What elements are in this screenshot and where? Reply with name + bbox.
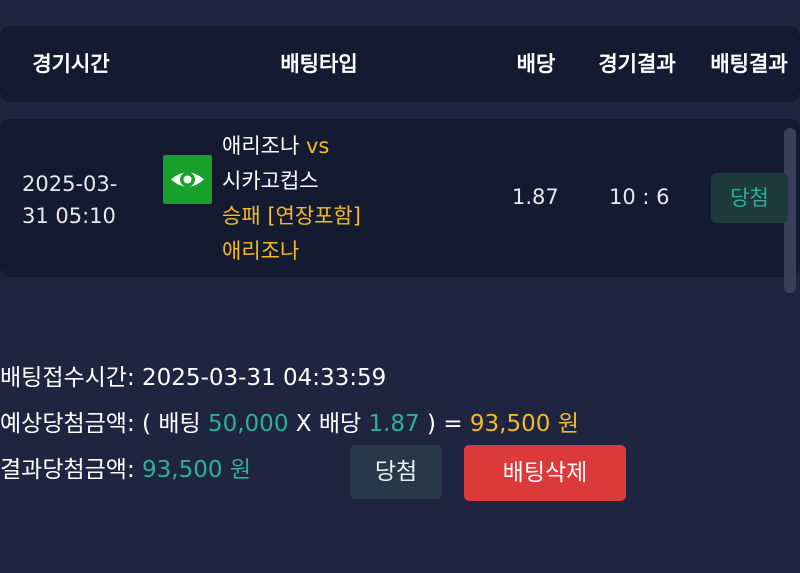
view-button[interactable] <box>163 155 212 204</box>
bet-result-badge: 당첨 <box>711 173 788 223</box>
bet-market: 승패 [연장포함] <box>222 204 361 228</box>
equals-sign: = <box>443 411 463 437</box>
away-team: 시카고컵스 <box>222 169 319 193</box>
header-bet-result: 배팅결과 <box>710 52 788 76</box>
match-time-date: 2025-03- <box>22 172 118 196</box>
header-odds: 배당 <box>516 52 556 76</box>
result-amount-line: 결과당첨금액: 93,500 원 <box>0 453 251 487</box>
match-time-hour: 31 05:10 <box>22 204 116 228</box>
odds-word: 배당 <box>318 411 362 437</box>
match-teams-line1: 애리조나 vs <box>222 129 361 164</box>
result-label: 결과당첨금액: <box>0 457 135 483</box>
received-label: 배팅접수시간: <box>0 365 135 391</box>
bet-detail-page: 경기시간 배팅타입 배당 경기결과 배팅결과 2025-03- 31 05:10… <box>0 0 800 573</box>
delete-bet-button[interactable]: 배팅삭제 <box>464 445 626 501</box>
home-team: 애리조나 <box>222 134 300 158</box>
received-time-line: 배팅접수시간: 2025-03-31 04:33:59 <box>0 361 386 395</box>
expected-amount-line: 예상당첨금액: ( 배팅 50,000 X 배당 1.87 ) = 93,500… <box>0 407 579 441</box>
bet-info: 애리조나 vs 시카고컵스 승패 [연장포함] 애리조나 <box>222 129 361 269</box>
bet-amount: 50,000 <box>207 411 289 437</box>
close-paren: ) <box>427 411 436 437</box>
row-score: 10 : 6 <box>609 185 670 209</box>
received-time: 2025-03-31 04:33:59 <box>142 365 387 391</box>
result-amount: 93,500 원 <box>142 457 251 483</box>
vs-label: vs <box>305 134 330 158</box>
table-header: 경기시간 배팅타입 배당 경기결과 배팅결과 <box>0 26 800 102</box>
open-paren: ( <box>142 411 152 437</box>
header-match-result: 경기결과 <box>598 52 676 76</box>
bet-pick: 애리조나 <box>222 239 300 263</box>
header-bet-type: 배팅타입 <box>280 52 358 76</box>
odds-value: 1.87 <box>368 411 420 437</box>
eye-icon <box>171 172 204 187</box>
row-odds: 1.87 <box>512 185 559 209</box>
header-time: 경기시간 <box>32 52 110 76</box>
match-time: 2025-03- 31 05:10 <box>22 168 132 232</box>
times-sign: X <box>295 411 312 437</box>
win-button[interactable]: 당첨 <box>350 445 442 499</box>
expected-amount: 93,500 원 <box>469 411 579 437</box>
bet-word: 배팅 <box>158 411 201 437</box>
expected-label: 예상당첨금액: <box>0 411 135 437</box>
